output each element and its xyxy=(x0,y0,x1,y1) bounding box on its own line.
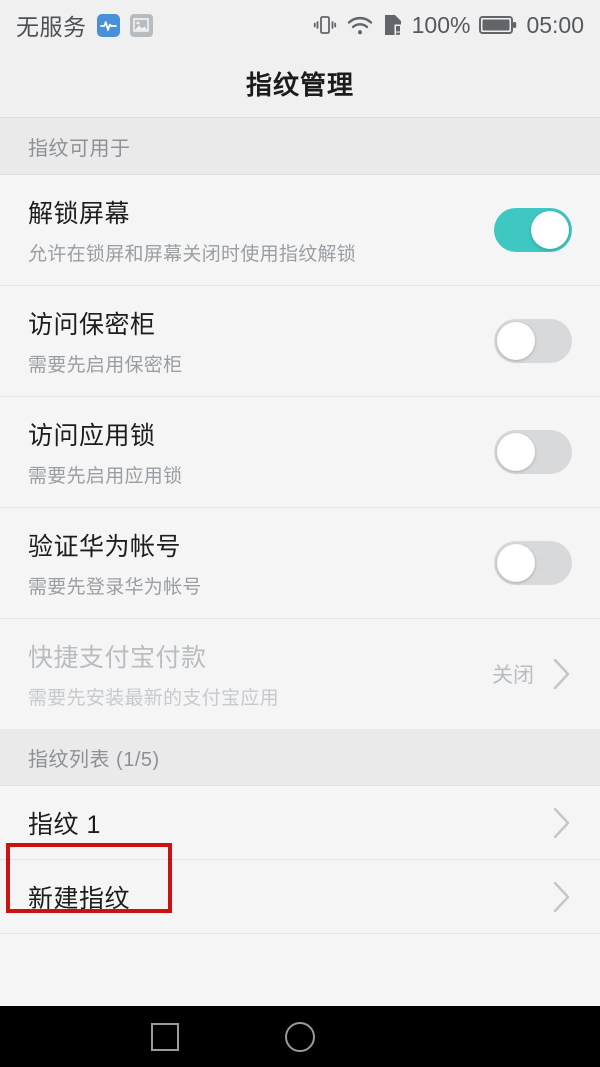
status-bar-left: 无服务 xyxy=(16,8,153,42)
chevron-right-icon xyxy=(552,806,572,840)
section-header-label: 指纹可用于 xyxy=(28,137,131,160)
chevron-right-icon xyxy=(552,657,572,691)
row-control xyxy=(494,319,572,363)
row-text: 快捷支付宝付款 需要先安装最新的支付宝应用 xyxy=(28,638,478,710)
row-title: 指纹 1 xyxy=(28,810,101,839)
row-fingerprint-1[interactable]: 指纹 1 xyxy=(0,786,600,859)
divider xyxy=(0,933,600,934)
row-text: 指纹 1 xyxy=(28,805,538,841)
toggle-knob xyxy=(497,322,535,360)
row-text: 新建指纹 xyxy=(28,879,538,915)
row-new-fingerprint[interactable]: 新建指纹 xyxy=(0,860,600,933)
row-subtitle: 允许在锁屏和屏幕关闭时使用指纹解锁 xyxy=(28,244,357,265)
toggle-unlock-screen[interactable] xyxy=(494,208,572,252)
row-alipay-quick-pay[interactable]: 快捷支付宝付款 需要先安装最新的支付宝应用 关闭 xyxy=(0,619,600,729)
navigation-bar xyxy=(0,1006,600,1067)
row-title: 新建指纹 xyxy=(28,884,131,913)
battery-icon xyxy=(479,15,517,35)
row-unlock-screen[interactable]: 解锁屏幕 允许在锁屏和屏幕关闭时使用指纹解锁 xyxy=(0,175,600,285)
row-verify-huawei-account[interactable]: 验证华为帐号 需要先登录华为帐号 xyxy=(0,508,600,618)
row-title: 解锁屏幕 xyxy=(28,200,131,228)
health-icon xyxy=(96,13,120,37)
recents-square-icon xyxy=(151,1022,179,1051)
row-control: 关闭 xyxy=(492,657,572,691)
row-access-app-lock[interactable]: 访问应用锁 需要先启用应用锁 xyxy=(0,397,600,507)
row-text: 解锁屏幕 允许在锁屏和屏幕关闭时使用指纹解锁 xyxy=(28,194,480,266)
row-access-safe[interactable]: 访问保密柜 需要先启用保密柜 xyxy=(0,286,600,396)
row-title: 快捷支付宝付款 xyxy=(28,644,207,672)
recents-button[interactable] xyxy=(133,1006,197,1067)
vibrate-icon xyxy=(313,13,337,37)
row-text: 验证华为帐号 需要先登录华为帐号 xyxy=(28,527,480,599)
clock-label: 05:00 xyxy=(526,11,584,38)
row-subtitle: 需要先登录华为帐号 xyxy=(28,577,202,598)
section-header-label: 指纹列表 (1/5) xyxy=(28,748,160,771)
row-control xyxy=(552,880,572,914)
row-value: 关闭 xyxy=(492,664,534,687)
battery-percent-label: 100% xyxy=(411,11,471,38)
row-control xyxy=(494,208,572,252)
row-text: 访问保密柜 需要先启用保密柜 xyxy=(28,305,480,377)
page-title: 指纹管理 xyxy=(245,70,354,100)
carrier-label: 无服务 xyxy=(16,14,87,40)
row-subtitle: 需要先安装最新的支付宝应用 xyxy=(28,688,279,709)
toggle-verify-huawei-account[interactable] xyxy=(494,541,572,585)
fingerprint-list: 指纹 1 新建指纹 xyxy=(0,786,600,934)
wifi-icon xyxy=(346,14,374,36)
row-title: 验证华为帐号 xyxy=(28,533,182,561)
row-title: 访问保密柜 xyxy=(28,311,156,339)
toggle-knob xyxy=(497,544,535,582)
status-bar: 无服务 100% 05:00 xyxy=(0,0,600,50)
section-header-fingerprint-usage: 指纹可用于 xyxy=(0,118,600,175)
row-subtitle: 需要先启用保密柜 xyxy=(28,355,183,376)
sim-card-icon xyxy=(383,13,403,37)
row-title: 访问应用锁 xyxy=(28,422,156,450)
home-button[interactable] xyxy=(268,1006,332,1067)
row-subtitle: 需要先启用应用锁 xyxy=(28,466,183,487)
row-control xyxy=(494,430,572,474)
row-text: 访问应用锁 需要先启用应用锁 xyxy=(28,416,480,488)
status-bar-right: 100% 05:00 xyxy=(313,12,584,39)
toggle-access-safe[interactable] xyxy=(494,319,572,363)
home-circle-icon xyxy=(285,1021,315,1052)
row-control xyxy=(494,541,572,585)
row-control xyxy=(552,806,572,840)
section-header-fingerprint-list: 指纹列表 (1/5) xyxy=(0,729,600,786)
toggle-knob xyxy=(497,433,535,471)
toggle-access-app-lock[interactable] xyxy=(494,430,572,474)
screenshot-icon xyxy=(129,13,153,37)
fingerprint-usage-list: 解锁屏幕 允许在锁屏和屏幕关闭时使用指纹解锁 访问保密柜 需要先启用保密柜 访问… xyxy=(0,175,600,729)
phone-screen: 无服务 100% 05:00 指纹管理 指纹可用于 解锁屏幕 允许在锁屏和屏幕关… xyxy=(0,0,600,1067)
toggle-knob xyxy=(531,211,569,249)
title-bar: 指纹管理 xyxy=(0,50,600,118)
chevron-right-icon xyxy=(552,880,572,914)
